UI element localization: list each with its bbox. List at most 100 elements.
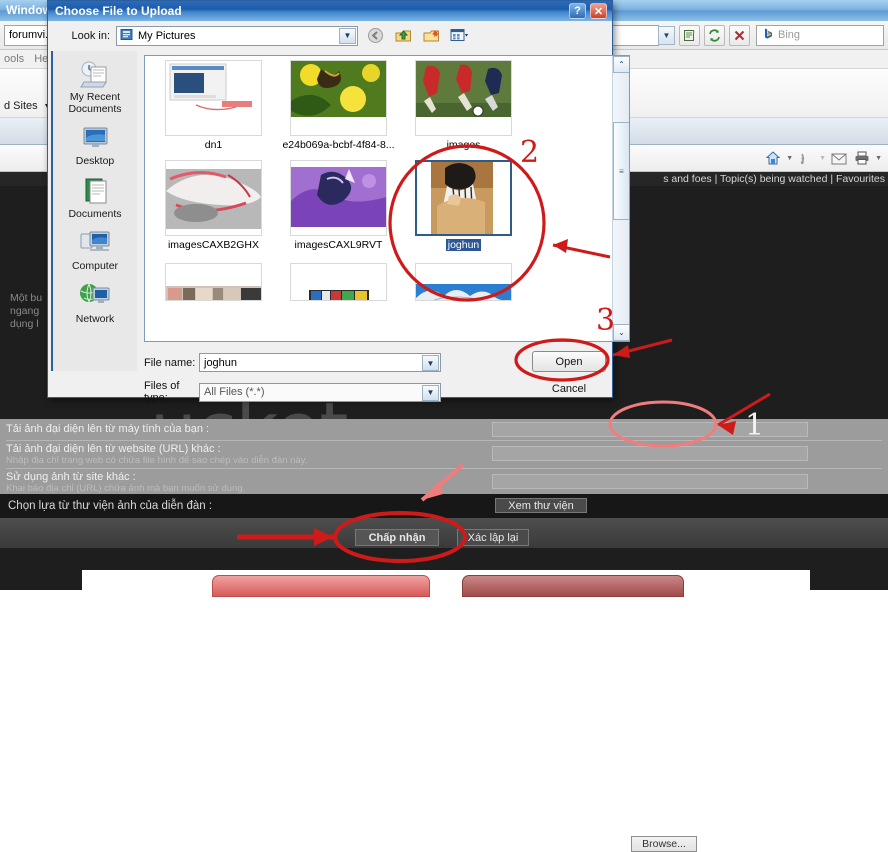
place-documents[interactable]: Documents — [53, 174, 137, 227]
close-icon[interactable]: ✕ — [590, 3, 607, 19]
file-thumbnail — [290, 60, 387, 136]
close-button-label: ✕ — [593, 5, 604, 18]
file-list-scrollbar[interactable]: ⌃ ≡ ⌄ — [612, 56, 629, 341]
scroll-down-button[interactable]: ⌄ — [613, 324, 629, 341]
filetype-row: Files of type: All Files (*.*) ▼ — [144, 380, 441, 404]
upload-url-field[interactable] — [492, 446, 808, 461]
filetype-dropdown-icon[interactable]: ▼ — [422, 384, 439, 401]
look-in-label: Look in: — [71, 29, 110, 42]
reset-button[interactable]: Xác lập lại — [457, 529, 529, 546]
address-dropdown-icon[interactable]: ▼ — [658, 25, 675, 45]
look-in-value: My Pictures — [138, 29, 196, 42]
gallery-row: Chọn lựa từ thư viện ảnh của diễn đàn : — [0, 494, 888, 518]
print-dropdown-icon[interactable]: ▼ — [875, 155, 882, 162]
desktop-icon — [55, 124, 135, 154]
forum-nav-text: s and foes | Topic(s) being watched | Fa… — [663, 173, 885, 185]
scrollbar-thumb[interactable]: ≡ — [613, 122, 629, 220]
footer-button-right[interactable] — [462, 575, 684, 597]
scroll-up-label: ⌃ — [618, 60, 625, 69]
filetype-value: All Files (*.*) — [204, 386, 265, 398]
view-gallery-button[interactable]: Xem thư viện — [495, 498, 587, 513]
file-name-label: e24b069a-bcbf-4f84-8... — [282, 139, 395, 151]
footer-button-left[interactable] — [212, 575, 430, 597]
footer-left-margin — [0, 570, 82, 590]
open-button-label: Open — [555, 355, 583, 368]
look-in-combo[interactable]: My Pictures ▼ — [116, 25, 358, 46]
print-icon[interactable] — [852, 148, 872, 168]
file-thumbnail — [165, 160, 262, 236]
feeds-dropdown-icon: ▼ — [819, 154, 827, 162]
dialog-title-bar: Choose File to Upload ? ✕ — [48, 1, 612, 21]
computer-icon — [55, 229, 135, 259]
file-thumbnail — [165, 263, 262, 301]
place-desktop[interactable]: Desktop — [53, 121, 137, 174]
place-desktop-label: Desktop — [75, 155, 115, 167]
help-button[interactable]: ? — [569, 3, 586, 19]
filetype-select[interactable]: All Files (*.*) ▼ — [199, 382, 441, 402]
filename-input[interactable]: joghun ▼ — [199, 353, 441, 372]
stop-icon[interactable] — [729, 24, 750, 46]
gallery-row-label: Chọn lựa từ thư viện ảnh của diễn đàn : — [8, 500, 213, 512]
reset-button-label: Xác lập lại — [467, 531, 519, 544]
compat-view-icon[interactable] — [679, 24, 700, 46]
file-thumbnail — [290, 160, 387, 236]
place-recent-documents[interactable]: My Recent Documents — [53, 57, 137, 121]
cancel-button-label: Cancel — [551, 382, 587, 395]
annotation-number-1: 1 — [745, 408, 765, 443]
file-list[interactable]: dn1 e24b069a-bcbf-4f84-8... images image… — [144, 55, 630, 342]
views-icon[interactable] — [448, 25, 470, 46]
scroll-up-button[interactable]: ⌃ — [613, 56, 629, 73]
cancel-button[interactable]: Cancel — [532, 378, 606, 399]
search-input[interactable]: Bing — [756, 24, 884, 46]
file-list-inner: dn1 e24b069a-bcbf-4f84-8... images image… — [145, 56, 613, 341]
annotation-number-2: 2 — [520, 135, 540, 170]
submit-strip — [0, 518, 888, 548]
back-icon[interactable] — [364, 25, 386, 46]
open-button[interactable]: Open — [532, 351, 606, 372]
file-item[interactable]: e24b069a-bcbf-4f84-8... — [276, 60, 401, 151]
home-dropdown-icon[interactable]: ▼ — [786, 155, 793, 162]
favorites-suggested-sites-label[interactable]: d Sites — [4, 100, 38, 112]
place-computer[interactable]: Computer — [53, 226, 137, 279]
file-item[interactable]: imagesCAXL9RVT — [276, 160, 401, 254]
upload-remote-field[interactable] — [492, 474, 808, 489]
file-item[interactable]: imagesCAXB2GHX — [151, 160, 276, 254]
file-item[interactable] — [276, 263, 401, 304]
place-documents-label: Documents — [68, 207, 122, 220]
look-in-dropdown-icon[interactable]: ▼ — [339, 27, 356, 44]
file-item[interactable]: images — [401, 60, 526, 151]
file-thumbnail — [415, 263, 512, 301]
look-in-row: Look in: My Pictures ▼ — [48, 21, 612, 50]
new-folder-icon[interactable] — [420, 25, 442, 46]
place-network[interactable]: Network — [53, 279, 137, 332]
accept-button-label: Chấp nhận — [368, 531, 426, 544]
file-item[interactable]: dn1 — [151, 60, 276, 151]
footer-right-margin — [810, 570, 888, 590]
file-name-label: joghun — [445, 239, 482, 251]
feeds-icon — [796, 148, 816, 168]
home-icon[interactable] — [763, 148, 783, 168]
place-recent-documents-label: My Recent Documents — [68, 91, 122, 115]
filename-dropdown-icon[interactable]: ▼ — [422, 355, 439, 371]
file-item-selected[interactable]: joghun — [401, 160, 526, 254]
file-item[interactable] — [151, 263, 276, 304]
filename-label: File name: — [144, 356, 196, 369]
browse-button[interactable]: Browse... — [631, 836, 697, 852]
file-item[interactable] — [401, 263, 526, 304]
file-thumbnail — [415, 60, 512, 136]
accept-button[interactable]: Chấp nhận — [355, 529, 439, 546]
recent-documents-icon — [55, 60, 135, 90]
file-name-label: dn1 — [204, 139, 223, 151]
menu-item-tools[interactable]: ools — [4, 53, 24, 65]
help-button-label: ? — [574, 5, 581, 17]
file-thumbnail — [415, 160, 512, 236]
annotation-number-3: 3 — [596, 303, 616, 338]
scroll-down-label: ⌄ — [618, 328, 625, 337]
mail-icon[interactable] — [829, 148, 849, 168]
file-name-label: imagesCAXL9RVT — [294, 239, 383, 251]
up-one-level-icon[interactable] — [392, 25, 414, 46]
places-bar: My Recent Documents Desktop Documents Co… — [51, 51, 137, 371]
dialog-title-text: Choose File to Upload — [55, 4, 182, 18]
refresh-icon[interactable] — [704, 24, 725, 46]
place-computer-label: Computer — [71, 260, 119, 272]
